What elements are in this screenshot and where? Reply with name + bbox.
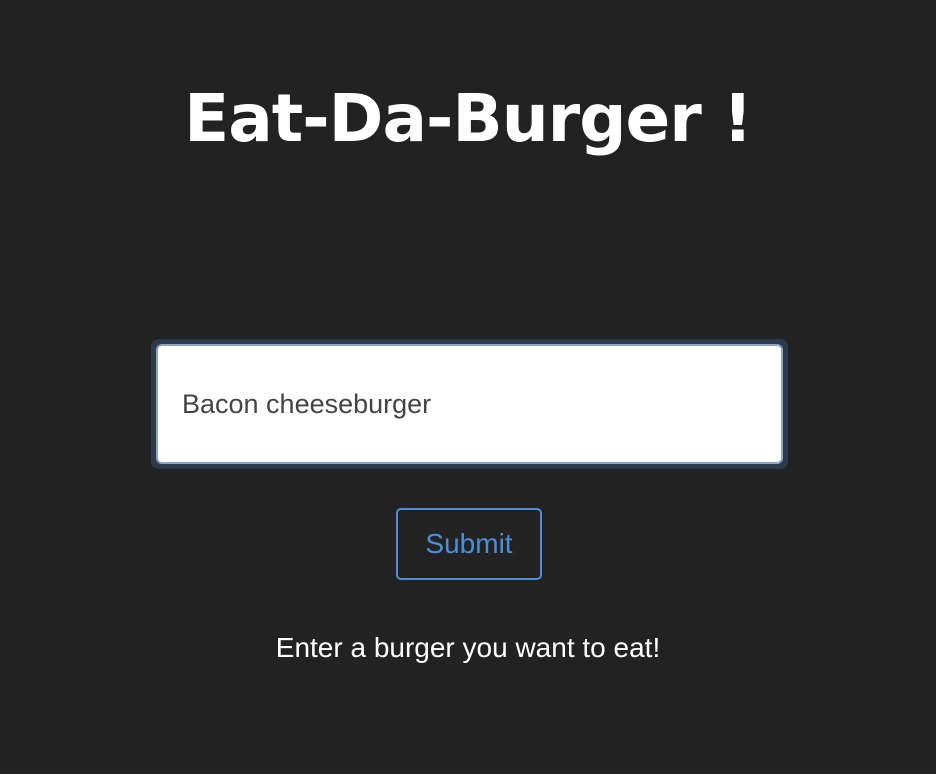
page: Eat-Da-Burger ! Submit Enter a burger yo… <box>0 0 936 774</box>
burger-input[interactable] <box>156 344 783 464</box>
page-title: Eat-Da-Burger ! <box>184 80 753 157</box>
helper-text: Enter a burger you want to eat! <box>275 632 661 663</box>
submit-button[interactable]: Submit <box>396 508 542 580</box>
burger-input-focus-ring <box>151 339 788 469</box>
